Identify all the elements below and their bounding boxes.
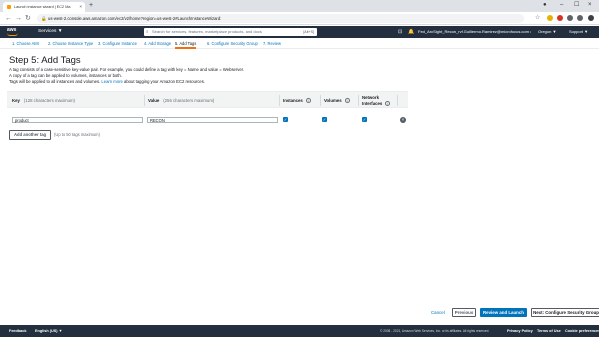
forward-icon[interactable]: → [15, 13, 22, 24]
lock-icon: 🔒 [41, 16, 47, 21]
copyright-text: © 2008 - 2021, Amazon Web Services, Inc.… [380, 329, 490, 333]
tags-table-header: Key (128 characters maximum) Value (256 ch… [7, 91, 408, 108]
extensions-puzzle-icon[interactable] [577, 15, 583, 21]
description-line: A tag consists of a case-sensitive key-v… [9, 67, 245, 72]
tag-key-input[interactable]: product [12, 117, 143, 123]
step-add-storage[interactable]: 4. Add Storage [144, 38, 171, 49]
extension-icon[interactable] [547, 15, 553, 21]
step-review[interactable]: 7. Review [263, 38, 281, 49]
profile-avatar-icon[interactable] [588, 15, 594, 21]
search-placeholder: Search for services, features, marketpla… [152, 29, 262, 34]
column-value-hint: (256 characters maximum) [163, 98, 215, 103]
bookmark-star-icon[interactable]: ☆ [535, 13, 540, 24]
description-text: about tagging your Amazon EC2 resources. [124, 79, 206, 84]
column-volumes: Volumes i [324, 92, 350, 109]
extension-icon[interactable] [567, 15, 573, 21]
page-title: Step 5: Add Tags [9, 55, 81, 66]
close-tab-icon[interactable]: × [79, 2, 82, 12]
cloudshell-icon[interactable]: ⊡ [398, 26, 402, 38]
step-choose-ami[interactable]: 1. Choose AMI [12, 38, 39, 49]
column-key: Key (128 characters maximum) [12, 92, 75, 109]
next-configure-security-group-button[interactable]: Next: Configure Security Group [531, 308, 599, 317]
support-menu[interactable]: Support ▼ [569, 26, 588, 38]
column-instances: Instances i [283, 92, 311, 109]
column-divider [144, 95, 145, 106]
new-tab-button[interactable]: + [89, 1, 93, 11]
console-footer: Feedback English (US) ▼ © 2008 - 2021, A… [0, 325, 599, 337]
tag-value-input[interactable]: RECON [147, 117, 278, 123]
network-interfaces-checkbox[interactable]: ✓ [362, 117, 367, 122]
description-line: A copy of a tag can be applied to volume… [9, 73, 122, 78]
column-key-label: Key [12, 98, 20, 103]
cancel-button[interactable]: Cancel [431, 308, 445, 317]
profile-icon[interactable]: ● [543, 0, 547, 11]
browser-tab[interactable]: Launch instance wizard | EC2 Ma × [3, 2, 85, 12]
step-choose-instance-type[interactable]: 2. Choose Instance Type [48, 38, 93, 49]
url-text: us-west-2.console.aws.amazon.com/ec2/v2/… [48, 16, 222, 21]
language-selector[interactable]: English (US) ▼ [35, 325, 62, 337]
minimize-icon[interactable]: – [560, 0, 563, 11]
step-configure-instance[interactable]: 3. Configure Instance [98, 38, 137, 49]
step-configure-security-group[interactable]: 6. Configure Security Group [207, 38, 258, 49]
description-text: Tags will be applied to all instances an… [9, 79, 101, 84]
browser-tab-bar: Launch instance wizard | EC2 Ma × + ● – … [0, 0, 599, 12]
reload-icon[interactable]: ↻ [25, 13, 31, 24]
notifications-bell-icon[interactable]: 🔔 [408, 26, 414, 38]
extension-icon[interactable] [557, 15, 563, 21]
console-search-input[interactable]: ⌕ Search for services, features, marketp… [144, 28, 317, 36]
column-divider [397, 95, 398, 106]
learn-more-link[interactable]: Learn more [101, 79, 122, 84]
info-icon[interactable]: i [344, 98, 350, 104]
wizard-steps: 1. Choose AMI 2. Choose Instance Type 3.… [0, 38, 599, 49]
column-network-label: Interfaces [362, 100, 383, 106]
remove-tag-icon[interactable]: × [400, 117, 406, 123]
add-tag-hint: (Up to 50 tags maximum) [54, 132, 100, 137]
previous-button[interactable]: Previous [452, 308, 476, 317]
column-value-label: Value [148, 98, 160, 103]
search-shortcut: [Alt+S] [303, 30, 314, 34]
column-key-hint: (128 characters maximum) [23, 98, 75, 103]
column-network-interfaces: Network Interfaces i [362, 95, 391, 106]
column-divider [320, 95, 321, 106]
info-icon[interactable]: i [305, 98, 311, 104]
aws-smile-icon [7, 33, 18, 36]
instances-checkbox[interactable]: ✓ [283, 117, 288, 122]
info-icon[interactable]: i [385, 100, 391, 106]
aws-favicon-icon [7, 5, 11, 9]
column-divider [358, 95, 359, 106]
description-line: Tags will be applied to all instances an… [9, 79, 205, 84]
cookie-preferences-link[interactable]: Cookie preferences [565, 325, 599, 337]
services-menu[interactable]: Services ▼ [38, 26, 62, 38]
column-volumes-label: Volumes [324, 98, 342, 103]
feedback-link[interactable]: Feedback [9, 325, 27, 337]
account-menu[interactable]: Fed_ArcSight_Recon_rvf.Guillermo.Ramirez… [418, 26, 531, 38]
region-menu[interactable]: Oregon ▼ [538, 26, 556, 38]
back-icon[interactable]: ← [5, 13, 12, 24]
review-and-launch-button[interactable]: Review and Launch [480, 308, 527, 317]
maximize-icon[interactable]: ☐ [574, 0, 579, 11]
step-add-tags[interactable]: 5. Add Tags [175, 38, 197, 49]
terms-of-use-link[interactable]: Terms of Use [537, 325, 561, 337]
column-instances-label: Instances [283, 98, 303, 103]
privacy-policy-link[interactable]: Privacy Policy [507, 325, 533, 337]
tab-title: Launch instance wizard | EC2 Ma [14, 5, 71, 9]
volumes-checkbox[interactable]: ✓ [322, 117, 327, 122]
aws-console-header: aws Services ▼ ⌕ Search for services, fe… [0, 26, 599, 38]
add-another-tag-button[interactable]: Add another tag [9, 130, 52, 140]
address-bar[interactable]: 🔒 us-west-2.console.aws.amazon.com/ec2/v… [37, 14, 524, 23]
column-value: Value (256 characters maximum) [148, 92, 214, 109]
search-icon: ⌕ [146, 29, 149, 34]
browser-toolbar: ← → ↻ 🔒 us-west-2.console.aws.amazon.com… [0, 12, 599, 25]
close-window-icon[interactable]: × [588, 0, 592, 11]
column-divider [279, 95, 280, 106]
